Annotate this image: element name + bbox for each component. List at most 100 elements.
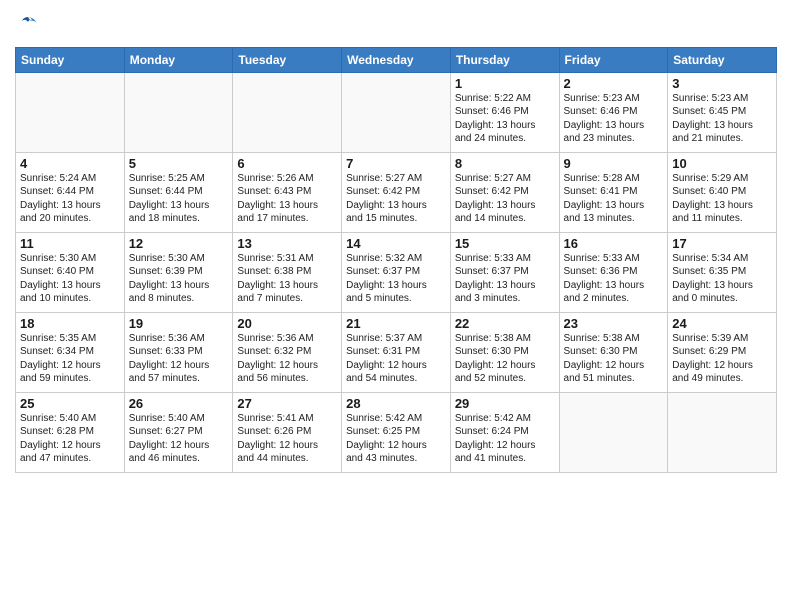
calendar-cell: 25Sunrise: 5:40 AM Sunset: 6:28 PM Dayli…	[16, 392, 125, 472]
day-number: 28	[346, 396, 446, 411]
day-info: Sunrise: 5:34 AM Sunset: 6:35 PM Dayligh…	[672, 252, 772, 306]
day-info: Sunrise: 5:35 AM Sunset: 6:34 PM Dayligh…	[20, 332, 120, 386]
calendar-week-row: 25Sunrise: 5:40 AM Sunset: 6:28 PM Dayli…	[16, 392, 777, 472]
day-number: 15	[455, 236, 555, 251]
calendar-cell	[559, 392, 668, 472]
logo-bird-icon	[17, 14, 39, 36]
day-number: 24	[672, 316, 772, 331]
calendar-cell: 23Sunrise: 5:38 AM Sunset: 6:30 PM Dayli…	[559, 312, 668, 392]
calendar-cell: 29Sunrise: 5:42 AM Sunset: 6:24 PM Dayli…	[450, 392, 559, 472]
day-number: 7	[346, 156, 446, 171]
day-info: Sunrise: 5:30 AM Sunset: 6:40 PM Dayligh…	[20, 252, 120, 306]
calendar-week-row: 1Sunrise: 5:22 AM Sunset: 6:46 PM Daylig…	[16, 72, 777, 152]
calendar-cell: 21Sunrise: 5:37 AM Sunset: 6:31 PM Dayli…	[342, 312, 451, 392]
day-info: Sunrise: 5:36 AM Sunset: 6:32 PM Dayligh…	[237, 332, 337, 386]
day-info: Sunrise: 5:31 AM Sunset: 6:38 PM Dayligh…	[237, 252, 337, 306]
day-header-monday: Monday	[124, 47, 233, 72]
day-number: 2	[564, 76, 664, 91]
calendar-cell: 10Sunrise: 5:29 AM Sunset: 6:40 PM Dayli…	[668, 152, 777, 232]
day-number: 23	[564, 316, 664, 331]
day-number: 11	[20, 236, 120, 251]
day-info: Sunrise: 5:23 AM Sunset: 6:46 PM Dayligh…	[564, 92, 664, 146]
day-number: 5	[129, 156, 229, 171]
day-info: Sunrise: 5:27 AM Sunset: 6:42 PM Dayligh…	[346, 172, 446, 226]
calendar-cell: 18Sunrise: 5:35 AM Sunset: 6:34 PM Dayli…	[16, 312, 125, 392]
day-header-sunday: Sunday	[16, 47, 125, 72]
calendar-cell: 28Sunrise: 5:42 AM Sunset: 6:25 PM Dayli…	[342, 392, 451, 472]
day-number: 17	[672, 236, 772, 251]
calendar-cell: 6Sunrise: 5:26 AM Sunset: 6:43 PM Daylig…	[233, 152, 342, 232]
day-info: Sunrise: 5:28 AM Sunset: 6:41 PM Dayligh…	[564, 172, 664, 226]
day-info: Sunrise: 5:26 AM Sunset: 6:43 PM Dayligh…	[237, 172, 337, 226]
calendar-cell: 4Sunrise: 5:24 AM Sunset: 6:44 PM Daylig…	[16, 152, 125, 232]
day-header-wednesday: Wednesday	[342, 47, 451, 72]
calendar-cell	[342, 72, 451, 152]
calendar-cell: 11Sunrise: 5:30 AM Sunset: 6:40 PM Dayli…	[16, 232, 125, 312]
calendar-cell	[124, 72, 233, 152]
day-number: 13	[237, 236, 337, 251]
day-info: Sunrise: 5:29 AM Sunset: 6:40 PM Dayligh…	[672, 172, 772, 226]
calendar-week-row: 18Sunrise: 5:35 AM Sunset: 6:34 PM Dayli…	[16, 312, 777, 392]
calendar-cell: 19Sunrise: 5:36 AM Sunset: 6:33 PM Dayli…	[124, 312, 233, 392]
calendar-cell: 17Sunrise: 5:34 AM Sunset: 6:35 PM Dayli…	[668, 232, 777, 312]
day-number: 9	[564, 156, 664, 171]
day-info: Sunrise: 5:25 AM Sunset: 6:44 PM Dayligh…	[129, 172, 229, 226]
calendar-week-row: 11Sunrise: 5:30 AM Sunset: 6:40 PM Dayli…	[16, 232, 777, 312]
day-header-thursday: Thursday	[450, 47, 559, 72]
day-info: Sunrise: 5:30 AM Sunset: 6:39 PM Dayligh…	[129, 252, 229, 306]
calendar-cell: 14Sunrise: 5:32 AM Sunset: 6:37 PM Dayli…	[342, 232, 451, 312]
day-info: Sunrise: 5:33 AM Sunset: 6:36 PM Dayligh…	[564, 252, 664, 306]
calendar-header-row: SundayMondayTuesdayWednesdayThursdayFrid…	[16, 47, 777, 72]
day-info: Sunrise: 5:36 AM Sunset: 6:33 PM Dayligh…	[129, 332, 229, 386]
calendar-cell: 3Sunrise: 5:23 AM Sunset: 6:45 PM Daylig…	[668, 72, 777, 152]
day-number: 3	[672, 76, 772, 91]
calendar-cell	[16, 72, 125, 152]
day-number: 1	[455, 76, 555, 91]
day-number: 25	[20, 396, 120, 411]
calendar-week-row: 4Sunrise: 5:24 AM Sunset: 6:44 PM Daylig…	[16, 152, 777, 232]
calendar-cell: 1Sunrise: 5:22 AM Sunset: 6:46 PM Daylig…	[450, 72, 559, 152]
calendar-cell: 9Sunrise: 5:28 AM Sunset: 6:41 PM Daylig…	[559, 152, 668, 232]
logo	[15, 14, 39, 41]
calendar-cell: 2Sunrise: 5:23 AM Sunset: 6:46 PM Daylig…	[559, 72, 668, 152]
day-info: Sunrise: 5:22 AM Sunset: 6:46 PM Dayligh…	[455, 92, 555, 146]
day-number: 18	[20, 316, 120, 331]
day-number: 19	[129, 316, 229, 331]
logo-text	[15, 14, 39, 41]
day-header-tuesday: Tuesday	[233, 47, 342, 72]
day-info: Sunrise: 5:32 AM Sunset: 6:37 PM Dayligh…	[346, 252, 446, 306]
day-info: Sunrise: 5:33 AM Sunset: 6:37 PM Dayligh…	[455, 252, 555, 306]
day-info: Sunrise: 5:42 AM Sunset: 6:25 PM Dayligh…	[346, 412, 446, 466]
day-info: Sunrise: 5:38 AM Sunset: 6:30 PM Dayligh…	[455, 332, 555, 386]
calendar-cell: 22Sunrise: 5:38 AM Sunset: 6:30 PM Dayli…	[450, 312, 559, 392]
day-info: Sunrise: 5:40 AM Sunset: 6:27 PM Dayligh…	[129, 412, 229, 466]
calendar-cell: 8Sunrise: 5:27 AM Sunset: 6:42 PM Daylig…	[450, 152, 559, 232]
calendar-cell: 5Sunrise: 5:25 AM Sunset: 6:44 PM Daylig…	[124, 152, 233, 232]
day-info: Sunrise: 5:27 AM Sunset: 6:42 PM Dayligh…	[455, 172, 555, 226]
calendar-cell	[668, 392, 777, 472]
day-number: 21	[346, 316, 446, 331]
day-info: Sunrise: 5:38 AM Sunset: 6:30 PM Dayligh…	[564, 332, 664, 386]
day-number: 12	[129, 236, 229, 251]
calendar-cell: 24Sunrise: 5:39 AM Sunset: 6:29 PM Dayli…	[668, 312, 777, 392]
calendar-cell: 7Sunrise: 5:27 AM Sunset: 6:42 PM Daylig…	[342, 152, 451, 232]
day-info: Sunrise: 5:41 AM Sunset: 6:26 PM Dayligh…	[237, 412, 337, 466]
day-number: 6	[237, 156, 337, 171]
day-info: Sunrise: 5:40 AM Sunset: 6:28 PM Dayligh…	[20, 412, 120, 466]
calendar-cell: 20Sunrise: 5:36 AM Sunset: 6:32 PM Dayli…	[233, 312, 342, 392]
header	[15, 10, 777, 41]
day-number: 10	[672, 156, 772, 171]
day-info: Sunrise: 5:42 AM Sunset: 6:24 PM Dayligh…	[455, 412, 555, 466]
calendar-cell: 27Sunrise: 5:41 AM Sunset: 6:26 PM Dayli…	[233, 392, 342, 472]
day-header-friday: Friday	[559, 47, 668, 72]
day-number: 14	[346, 236, 446, 251]
day-info: Sunrise: 5:39 AM Sunset: 6:29 PM Dayligh…	[672, 332, 772, 386]
calendar-cell: 26Sunrise: 5:40 AM Sunset: 6:27 PM Dayli…	[124, 392, 233, 472]
day-number: 26	[129, 396, 229, 411]
day-number: 22	[455, 316, 555, 331]
calendar-cell: 13Sunrise: 5:31 AM Sunset: 6:38 PM Dayli…	[233, 232, 342, 312]
day-info: Sunrise: 5:37 AM Sunset: 6:31 PM Dayligh…	[346, 332, 446, 386]
day-info: Sunrise: 5:23 AM Sunset: 6:45 PM Dayligh…	[672, 92, 772, 146]
day-number: 29	[455, 396, 555, 411]
day-number: 16	[564, 236, 664, 251]
